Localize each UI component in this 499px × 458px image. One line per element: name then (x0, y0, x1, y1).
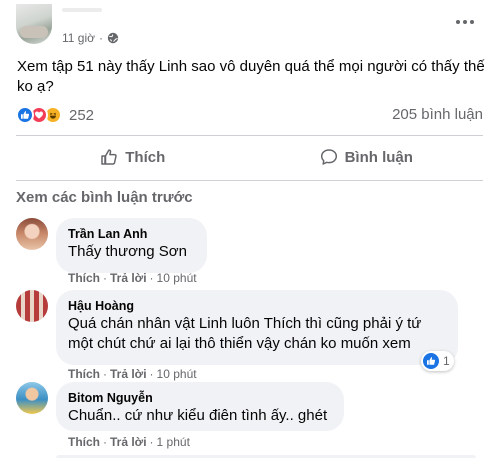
reactions-summary[interactable]: 252 (16, 105, 94, 125)
comment-bubble: Hậu Hoàng Quá chán nhân vật Linh luôn Th… (56, 290, 458, 365)
globe-icon[interactable] (107, 32, 119, 44)
comment-button[interactable]: Bình luận (250, 137, 484, 177)
comment-bubble-icon (320, 149, 337, 165)
comment-author[interactable]: Trần Lan Anh (68, 226, 195, 242)
comment-reply-link[interactable]: Trả lời (110, 367, 147, 381)
comment-text: Quá chán nhân vật Linh luôn Thích thì cũ… (68, 315, 422, 352)
comment-item: Bitom Nguyễn Chuẩn.. cứ như kiểu điên tì… (16, 382, 486, 452)
reaction-count: 252 (69, 106, 95, 124)
like-reaction-icon (423, 353, 439, 369)
comment-reaction-badge[interactable]: 1 (421, 351, 454, 371)
post-action-bar: Thích Bình luận (16, 137, 483, 177)
comment-time[interactable]: 10 phút (157, 367, 197, 381)
post-meta: 11 giờ · (62, 31, 119, 45)
thumbs-up-icon (101, 149, 117, 165)
comment-author[interactable]: Bitom Nguyễn (68, 390, 332, 406)
divider (16, 135, 483, 136)
comment-time[interactable]: 10 phút (157, 271, 197, 285)
comment-item: Hậu Hoàng Quá chán nhân vật Linh luôn Th… (16, 290, 486, 381)
more-dot-icon (463, 20, 467, 24)
comment-like-link[interactable]: Thích (68, 271, 100, 285)
view-previous-comments-link[interactable]: Xem các bình luận trước (16, 189, 193, 206)
avatar[interactable] (16, 218, 48, 250)
avatar[interactable] (16, 290, 48, 322)
comment-actions: Thích · Trả lời · 10 phút (68, 271, 197, 285)
more-options-button[interactable] (452, 12, 478, 32)
comment-text: Chuẩn.. cứ như kiểu điên tình ấy.. ghét (68, 407, 328, 424)
comment-reply-link[interactable]: Trả lời (110, 435, 147, 449)
divider (16, 180, 483, 181)
more-dot-icon (470, 20, 474, 24)
comment-item: Trần Lan Anh Thấy thương Sơn Thích · Trả l… (16, 218, 486, 288)
comment-reply-link[interactable]: Trả lời (110, 271, 147, 285)
post-time[interactable]: 11 giờ (62, 31, 95, 45)
post-author-avatar[interactable] (16, 4, 52, 44)
comment-bubble: Bitom Nguyễn Chuẩn.. cứ như kiểu điên tì… (56, 382, 344, 431)
comment-reaction-count: 1 (443, 354, 450, 368)
like-button-label: Thích (125, 148, 166, 166)
comment-like-link[interactable]: Thích (68, 435, 100, 449)
comment-author[interactable]: Hậu Hoàng (68, 298, 446, 314)
comment-like-link[interactable]: Thích (68, 367, 100, 381)
post-author-name[interactable] (62, 8, 102, 12)
more-dot-icon (456, 20, 460, 24)
comment-time[interactable]: 1 phút (157, 435, 190, 449)
comment-bubble: Trần Lan Anh Thấy thương Sơn (56, 218, 207, 273)
like-button[interactable]: Thích (16, 137, 250, 177)
post-header: 11 giờ · (0, 0, 499, 50)
post-text: Xem tập 51 này thấy Linh sao vô duyên qu… (17, 58, 485, 95)
comment-actions: Thích · Trả lời · 1 phút (68, 435, 190, 449)
like-reaction-icon (16, 106, 34, 124)
comment-actions: Thích · Trả lời · 10 phút (68, 367, 197, 381)
comment-text: Thấy thương Sơn (68, 243, 187, 260)
comment-button-label: Bình luận (344, 148, 413, 166)
avatar[interactable] (16, 382, 48, 414)
comment-count-link[interactable]: 205 bình luận (392, 106, 483, 123)
